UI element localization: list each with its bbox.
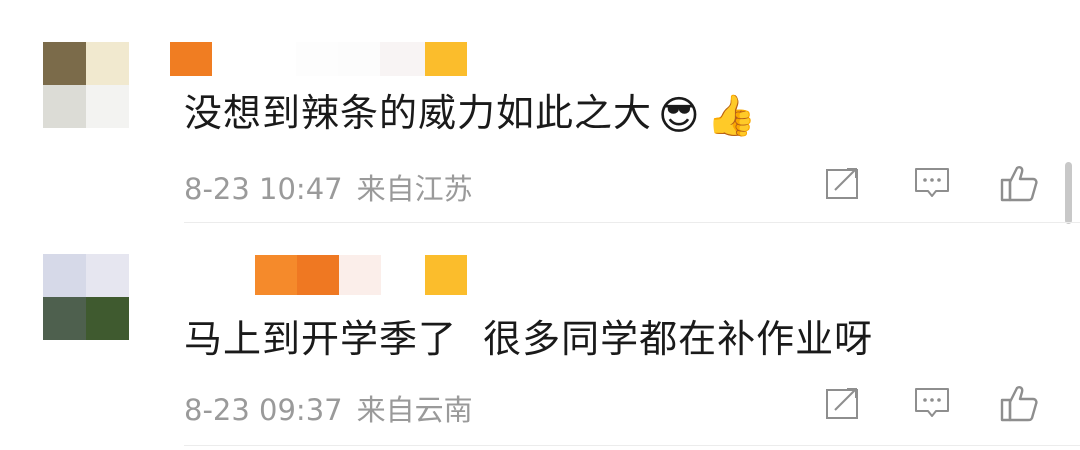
mosaic-block xyxy=(254,42,296,76)
comment-meta: 8-23 09:37 来自云南 xyxy=(184,387,473,429)
mosaic-block xyxy=(339,255,381,295)
avatar[interactable] xyxy=(43,254,129,340)
comment-item: 没想到辣条的威力如此之大 😎 👍 8-23 10:47 来自江苏 xyxy=(0,0,1080,225)
divider xyxy=(184,222,1080,223)
mosaic-block xyxy=(425,42,467,76)
mosaic-block xyxy=(338,42,380,76)
mosaic-block xyxy=(296,42,338,76)
repost-icon xyxy=(826,388,858,419)
smirk-sunglasses-emoji: 😎 xyxy=(658,92,701,139)
repost-button[interactable] xyxy=(823,163,863,203)
comment-meta: 8-23 10:47 来自江苏 xyxy=(184,166,473,208)
avatar-pixel xyxy=(43,85,86,128)
mosaic-block xyxy=(170,42,212,76)
comment-body: 马上到开学季了 很多同学都在补作业呀 xyxy=(184,317,874,361)
thumbs-up-icon xyxy=(1000,386,1038,422)
comment-item: 马上到开学季了 很多同学都在补作业呀 8-23 09:37 来自云南 xyxy=(0,225,1080,450)
comment-location: 来自江苏 xyxy=(356,172,473,206)
comment-text: 没想到辣条的威力如此之大 😎 👍 xyxy=(184,82,758,139)
reply-button[interactable] xyxy=(912,383,952,423)
like-button[interactable] xyxy=(999,163,1039,203)
comment-icon xyxy=(915,388,949,417)
divider xyxy=(184,445,1080,446)
comment-list: 没想到辣条的威力如此之大 😎 👍 8-23 10:47 来自江苏 马上到开学季了… xyxy=(0,0,1080,450)
username-redacted[interactable] xyxy=(170,42,467,76)
comment-time: 8-23 09:37 xyxy=(184,393,343,427)
comment-body: 没想到辣条的威力如此之大 xyxy=(184,91,653,135)
thumbs-up-icon xyxy=(1000,166,1038,202)
avatar[interactable] xyxy=(43,42,129,128)
mosaic-block xyxy=(425,255,467,295)
like-button[interactable] xyxy=(999,383,1039,423)
repost-button[interactable] xyxy=(823,383,863,423)
reply-button[interactable] xyxy=(912,163,952,203)
username-redacted[interactable] xyxy=(255,255,467,295)
avatar-pixel xyxy=(86,85,129,128)
mosaic-block xyxy=(255,255,297,295)
avatar-pixel xyxy=(43,42,86,85)
comment-location: 来自云南 xyxy=(356,393,473,427)
mosaic-block xyxy=(381,255,425,295)
repost-icon xyxy=(826,168,858,199)
comment-text: 马上到开学季了 很多同学都在补作业呀 xyxy=(184,308,873,363)
avatar-pixel xyxy=(43,297,86,340)
comment-time: 8-23 10:47 xyxy=(184,172,343,206)
comment-icon xyxy=(915,168,949,197)
avatar-pixel xyxy=(43,254,86,297)
avatar-pixel xyxy=(86,42,129,85)
thumbs-up-emoji: 👍 xyxy=(706,93,758,139)
scrollbar[interactable] xyxy=(1065,162,1072,224)
avatar-pixel xyxy=(86,254,129,297)
mosaic-block xyxy=(297,255,339,295)
avatar-pixel xyxy=(86,297,129,340)
mosaic-block xyxy=(212,42,254,76)
mosaic-block xyxy=(380,42,425,76)
